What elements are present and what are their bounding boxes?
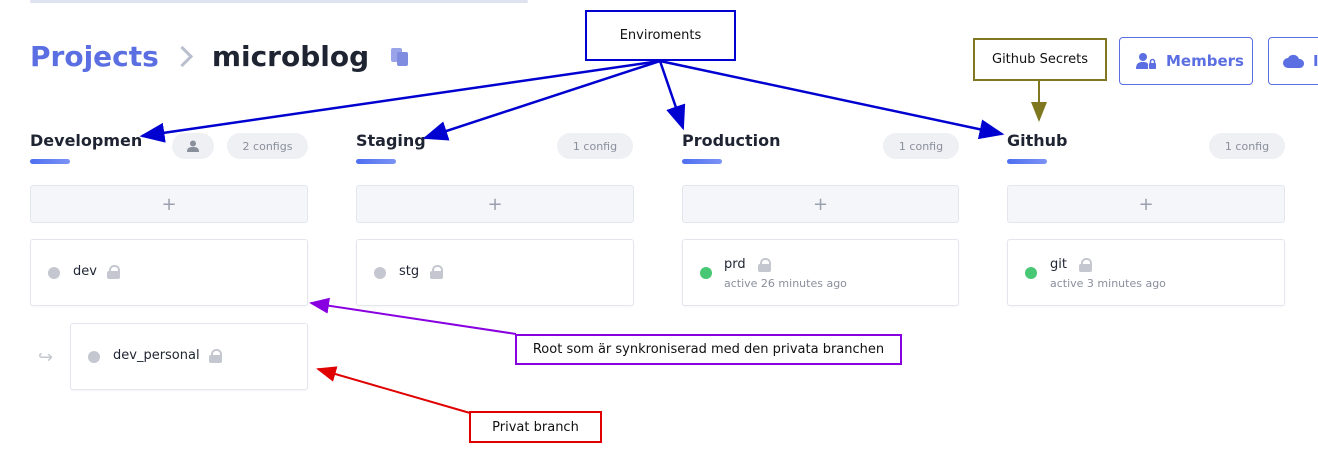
arrow-to-github	[659, 59, 1005, 140]
annotation-github-secrets: Github Secrets	[973, 38, 1107, 81]
arrow-to-private-branch	[316, 366, 471, 414]
annotation-enviroments: Enviroments	[585, 10, 736, 61]
arrow-to-production	[658, 60, 686, 131]
annotation-arrows	[139, 59, 1047, 414]
arrow-to-root-config	[309, 297, 517, 335]
annotation-private-branch: Privat branch	[469, 411, 602, 443]
arrow-to-development	[139, 59, 661, 143]
arrow-to-staging	[422, 59, 661, 141]
annotation-root-synced: Root som är synkroniserad med den privat…	[515, 334, 902, 365]
